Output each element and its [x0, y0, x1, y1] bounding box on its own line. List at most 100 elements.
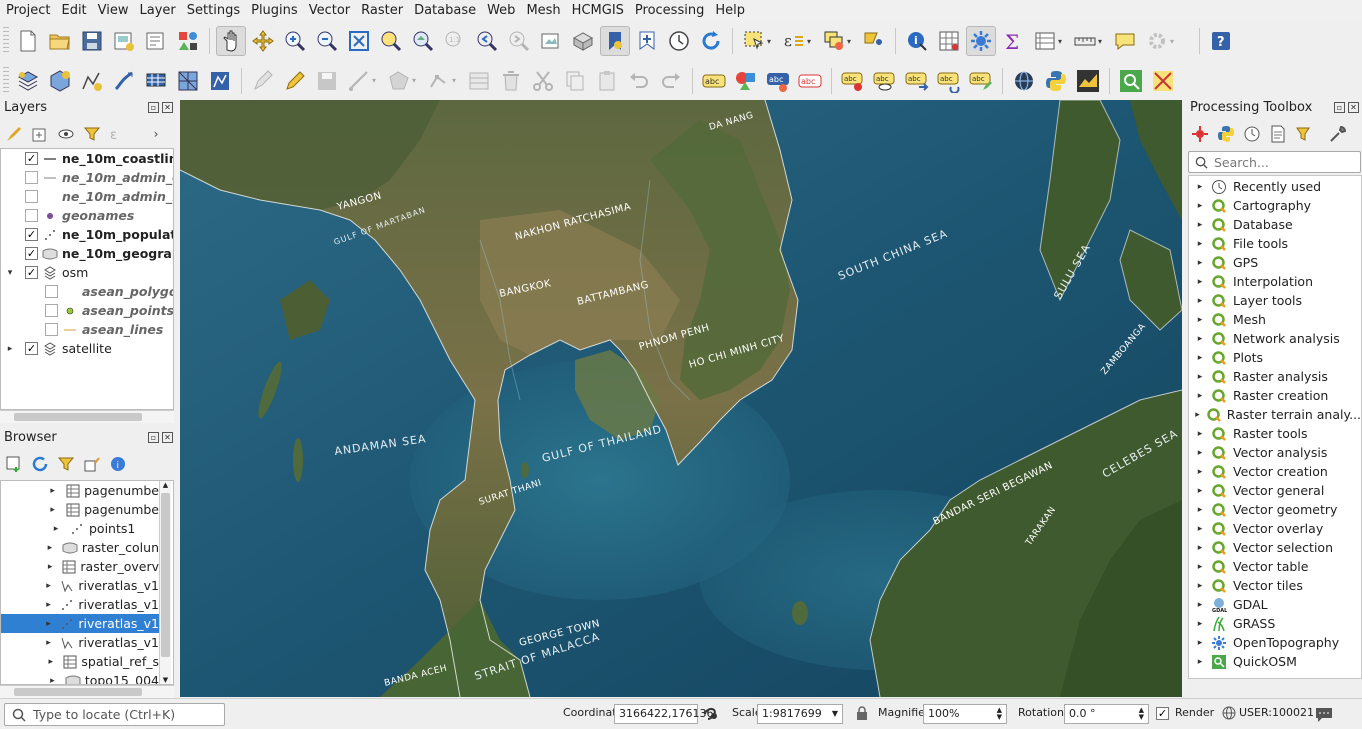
expand-arrow-icon[interactable]: ▸ — [1195, 467, 1205, 477]
help-contents-icon[interactable]: ? — [1206, 26, 1236, 56]
layer-visibility-checkbox[interactable]: ✓ — [25, 342, 38, 355]
expand-arrow-icon[interactable]: ▸ — [1195, 239, 1205, 249]
browser-item[interactable]: ▸ riveratlas_v1 — [1, 633, 159, 652]
menu-project[interactable]: Project — [0, 0, 55, 21]
layer-item[interactable]: ne_10m_admin_0_b — [1, 168, 173, 187]
open-project-icon[interactable] — [45, 26, 75, 56]
expand-arrow-icon[interactable]: ▸ — [1195, 581, 1205, 591]
expand-all-icon[interactable]: › — [146, 124, 166, 144]
processing-provider-vector-overlay[interactable]: ▸ Vector overlay — [1189, 519, 1361, 538]
add-polygon-feature-icon[interactable] — [384, 66, 414, 96]
attribute-table-dropdown-icon[interactable] — [1030, 26, 1060, 56]
filter-browser-icon[interactable] — [56, 454, 76, 474]
menu-edit[interactable]: Edit — [55, 0, 91, 21]
browser-item[interactable]: ▸ riveratlas_v1 — [1, 576, 159, 595]
expand-arrow-icon[interactable]: ▸ — [1195, 429, 1205, 439]
expand-arrow-icon[interactable]: ▸ — [48, 505, 57, 515]
expand-arrow-icon[interactable]: ▸ — [1195, 277, 1205, 287]
quickosm-icon[interactable] — [1116, 66, 1146, 96]
magnifier-field[interactable]: 100% ▲ ▼ — [923, 704, 1007, 724]
browser-item[interactable]: ▸ riveratlas_v1 — [1, 614, 159, 633]
browser-item[interactable]: ▸ spatial_ref_s — [1, 652, 160, 671]
processing-provider-plots[interactable]: ▸ Plots — [1189, 348, 1361, 367]
layer-item[interactable]: asean_polygons — [1, 282, 173, 301]
expand-arrow-icon[interactable]: ▸ — [1195, 391, 1205, 401]
expand-arrow-icon[interactable]: ▸ — [1195, 448, 1205, 458]
expand-arrow-icon[interactable]: ▸ — [1195, 600, 1205, 610]
new-map-view-icon[interactable] — [536, 26, 566, 56]
save-layer-edits-icon[interactable] — [312, 66, 342, 96]
show-bookmarks-icon[interactable] — [600, 26, 630, 56]
processing-provider-vector-geometry[interactable]: ▸ Vector geometry — [1189, 500, 1361, 519]
menu-mesh[interactable]: Mesh — [520, 0, 565, 21]
statistical-summary-icon[interactable]: Σ — [998, 26, 1028, 56]
coordinate-field[interactable]: 3166422,176136 — [614, 704, 713, 724]
processing-options-icon[interactable] — [1328, 124, 1348, 144]
expand-arrow-icon[interactable]: ▸ — [1195, 562, 1205, 572]
results-viewer-icon[interactable] — [1268, 124, 1288, 144]
filter-by-expression-icon[interactable]: ε — [108, 124, 128, 144]
zoom-to-selection-icon[interactable] — [376, 26, 406, 56]
processing-provider-layer-tools[interactable]: ▸ Layer tools — [1189, 291, 1361, 310]
processing-provider-quickosm[interactable]: ▸ QuickOSM — [1189, 652, 1361, 671]
expand-arrow-icon[interactable]: ▾ — [5, 268, 15, 278]
messages-icon[interactable] — [1314, 705, 1334, 723]
layer-labeling-options-icon[interactable]: abc — [795, 66, 825, 96]
temporal-controller-icon[interactable] — [664, 26, 694, 56]
layer-item[interactable]: ✓ ne_10m_coastline — [1, 149, 173, 168]
add-selected-layers-icon[interactable] — [4, 454, 24, 474]
manage-visibility-icon[interactable] — [56, 124, 76, 144]
processing-provider-grass[interactable]: ▸ GRASS — [1189, 614, 1361, 633]
float-panel-icon[interactable]: ▫ — [1334, 102, 1345, 113]
expand-arrow-icon[interactable]: ▸ — [46, 562, 55, 572]
rotate-label-icon[interactable]: abc — [934, 66, 964, 96]
map-tips-icon[interactable] — [1110, 26, 1140, 56]
globe-plugin-icon[interactable] — [1009, 66, 1039, 96]
layer-item[interactable]: ✓ ne_10m_geograph — [1, 244, 173, 263]
expand-arrow-icon[interactable]: ▸ — [44, 619, 53, 629]
layer-visibility-checkbox[interactable]: ✓ — [25, 228, 38, 241]
processing-provider-interpolation[interactable]: ▸ Interpolation — [1189, 272, 1361, 291]
expand-arrow-icon[interactable]: ▸ — [1195, 296, 1205, 306]
close-panel-icon[interactable]: ✕ — [162, 432, 173, 443]
hcmgis-icon[interactable] — [1073, 66, 1103, 96]
processing-provider-vector-tiles[interactable]: ▸ Vector tiles — [1189, 576, 1361, 595]
diagram-options-icon[interactable] — [731, 66, 761, 96]
expand-arrow-icon[interactable]: ▸ — [48, 486, 57, 496]
browser-vertical-scrollbar[interactable]: ▲ ▼ — [159, 481, 171, 684]
python-console-icon[interactable] — [1041, 66, 1071, 96]
processing-provider-vector-selection[interactable]: ▸ Vector selection — [1189, 538, 1361, 557]
lock-scale-icon[interactable] — [856, 706, 868, 721]
close-panel-icon[interactable]: ✕ — [1348, 102, 1359, 113]
layer-styling-icon[interactable] — [4, 124, 24, 144]
menu-hcmgis[interactable]: HCMGIS — [566, 0, 629, 21]
expand-arrow-icon[interactable]: ▸ — [1195, 201, 1205, 211]
cut-features-icon[interactable] — [528, 66, 558, 96]
layer-visibility-checkbox[interactable]: ✓ — [25, 266, 38, 279]
pin-labels-icon[interactable]: abc — [838, 66, 868, 96]
layer-item[interactable]: asean_points — [1, 301, 173, 320]
new-project-icon[interactable] — [13, 26, 43, 56]
select-by-location-icon[interactable] — [859, 26, 889, 56]
move-label-icon[interactable]: abc — [902, 66, 932, 96]
processing-provider-opentopography[interactable]: ▸ OpenTopography — [1189, 633, 1361, 652]
new-bookmark-icon[interactable] — [632, 26, 662, 56]
select-features-icon[interactable] — [739, 26, 769, 56]
layer-visibility-checkbox[interactable]: ✓ — [25, 247, 38, 260]
crs-globe-icon[interactable] — [1222, 706, 1236, 720]
edit-features-in-place-icon[interactable] — [1294, 124, 1314, 144]
expand-arrow-icon[interactable]: ▸ — [1195, 182, 1205, 192]
processing-provider-vector-table[interactable]: ▸ Vector table — [1189, 557, 1361, 576]
zoom-to-layer-icon[interactable] — [408, 26, 438, 56]
deselect-features-icon[interactable] — [819, 26, 849, 56]
change-label-icon[interactable]: abc — [966, 66, 996, 96]
render-checkbox[interactable]: ✓ — [1156, 707, 1169, 720]
save-project-icon[interactable] — [77, 26, 107, 56]
digitize-icon[interactable] — [344, 66, 374, 96]
expand-arrow-icon[interactable]: ▸ — [1195, 372, 1205, 382]
processing-provider-network-analysis[interactable]: ▸ Network analysis — [1189, 329, 1361, 348]
highlight-pinned-labels-icon[interactable]: abc — [870, 66, 900, 96]
expand-arrow-icon[interactable]: ▸ — [1195, 543, 1205, 553]
toggle-processing-toolbox-icon[interactable] — [966, 26, 996, 56]
paste-features-icon[interactable] — [592, 66, 622, 96]
